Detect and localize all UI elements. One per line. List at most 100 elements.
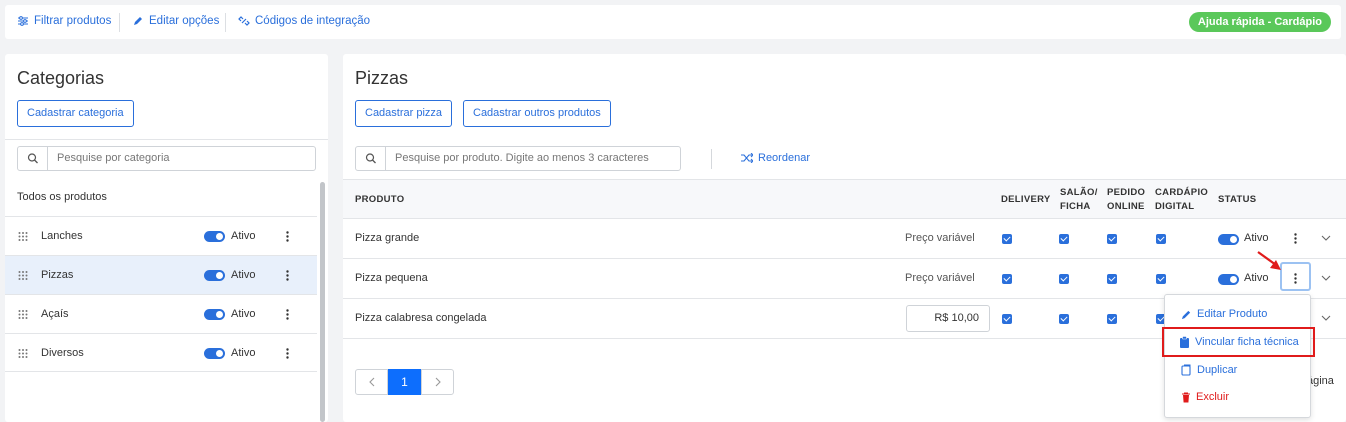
table-row[interactable]: Pizza pequena Preço variável Ativo [343,259,1346,299]
top-toolbar: Filtrar produtos Editar opções Códigos d… [5,5,1341,39]
kebab-menu-icon[interactable] [286,231,289,242]
header-pedido: PEDIDO ONLINE [1107,186,1145,214]
table-row[interactable]: Pizza grande Preço variável Ativo [343,219,1346,259]
link-icon [238,16,250,26]
header-status: STATUS [1218,194,1257,205]
quick-help-button[interactable]: Ajuda rápida - Cardápio [1188,12,1331,32]
status-toggle[interactable] [204,231,225,242]
trash-icon [1182,392,1190,402]
delivery-checkbox[interactable] [1002,234,1012,244]
status-toggle[interactable] [1218,274,1239,285]
status-toggle[interactable] [204,309,225,320]
chevron-down-icon[interactable] [1321,273,1331,283]
pagination-page[interactable]: 1 [388,369,421,395]
chevron-left-icon [368,377,374,387]
add-other-products-button[interactable]: Cadastrar outros produtos [463,100,611,127]
chevron-right-icon [435,377,441,387]
kebab-menu-icon[interactable] [286,348,289,359]
category-row-acais[interactable]: Açaís Ativo [5,294,317,333]
edit-options-button[interactable]: Editar opções [132,15,219,27]
drag-handle-icon[interactable] [18,231,28,241]
header-salao-line2: FICHA [1060,201,1091,212]
products-table-header: PRODUTO DELIVERY SALÃO/FICHA PEDIDO ONLIN… [343,179,1346,219]
salao-checkbox[interactable] [1059,234,1069,244]
product-name: Pizza calabresa congelada [355,312,487,324]
add-pizza-button[interactable]: Cadastrar pizza [355,100,453,127]
kebab-menu-icon[interactable] [286,270,289,281]
status-label: Ativo [231,230,256,242]
digital-checkbox[interactable] [1156,274,1166,284]
status-toggle[interactable] [1218,234,1239,245]
integration-codes-button[interactable]: Códigos de integração [238,15,370,27]
drag-handle-icon[interactable] [18,270,28,280]
category-search-input[interactable]: Pesquise por categoria [17,146,316,171]
categories-panel: Categorias Cadastrar categoria Pesquise … [5,54,328,422]
kebab-menu-icon[interactable] [286,309,289,320]
drag-handle-icon[interactable] [18,309,28,319]
category-row-diversos[interactable]: Diversos Ativo [5,333,317,372]
add-category-button[interactable]: Cadastrar categoria [17,100,134,127]
filter-products-button[interactable]: Filtrar produtos [17,15,111,27]
online-checkbox[interactable] [1107,274,1117,284]
header-cardapio-line2: DIGITAL [1155,201,1195,212]
copy-icon [1181,364,1191,376]
annotation-arrow-icon [1257,251,1281,270]
chevron-down-icon[interactable] [1321,233,1331,243]
salao-checkbox[interactable] [1059,314,1069,324]
category-row-pizzas[interactable]: Pizzas Ativo [5,255,317,294]
status-label: Ativo [231,347,256,359]
price-input[interactable]: R$ 10,00 [906,305,990,332]
product-price: Preço variável [905,272,975,284]
header-salao: SALÃO/FICHA [1060,186,1098,214]
header-cardapio-line1: CARDÁPIO [1155,187,1209,198]
product-price: Preço variável [905,232,975,244]
search-icon [356,147,386,170]
reorder-label: Reordenar [758,152,810,164]
status-label: Ativo [231,308,256,320]
all-products-item[interactable]: Todos os produtos [17,191,107,203]
filter-products-label: Filtrar produtos [34,15,112,27]
edit-options-label: Editar opções [149,15,220,27]
pagination-prev[interactable] [355,369,388,395]
status-toggle[interactable] [204,348,225,359]
category-name: Diversos [41,347,84,359]
menu-item-label: Duplicar [1197,364,1238,376]
online-checkbox[interactable] [1107,234,1117,244]
online-checkbox[interactable] [1107,314,1117,324]
product-context-menu: Editar Produto Vincular ficha técnica Du… [1162,294,1315,418]
product-name: Pizza grande [355,232,420,244]
menu-item-label: Excluir [1196,391,1230,403]
divider [711,149,712,169]
products-title: Pizzas [355,68,409,88]
status-toggle[interactable] [204,270,225,281]
salao-checkbox[interactable] [1059,274,1069,284]
category-row-lanches[interactable]: Lanches Ativo [5,216,317,255]
digital-checkbox[interactable] [1156,234,1166,244]
menu-item-delete[interactable]: Excluir [1165,385,1312,409]
kebab-menu-icon[interactable] [1294,233,1297,244]
header-salao-line1: SALÃO/ [1060,187,1098,198]
header-pedido-line1: PEDIDO [1107,187,1146,198]
category-name: Pizzas [41,269,74,281]
toolbar-divider [119,13,120,32]
header-cardapio: CARDÁPIO DIGITAL [1155,186,1208,214]
menu-item-duplicate[interactable]: Duplicar [1165,358,1312,382]
category-name: Lanches [41,230,83,242]
search-placeholder: Pesquise por produto. Digite ao menos 3 … [395,152,649,164]
drag-handle-icon[interactable] [18,348,28,358]
header-product: PRODUTO [355,194,405,205]
pagination-next[interactable] [421,369,454,395]
chevron-down-icon[interactable] [1321,313,1331,323]
delivery-checkbox[interactable] [1002,274,1012,284]
clipboard-icon [1180,336,1189,348]
categories-scrollbar[interactable] [320,182,325,422]
divider [5,139,328,140]
menu-item-edit-product[interactable]: Editar Produto [1165,302,1312,326]
category-name: Açaís [41,308,69,320]
toolbar-divider [225,13,226,32]
shuffle-icon [741,153,753,163]
reorder-button[interactable]: Reordenar [741,152,810,164]
product-search-input[interactable]: Pesquise por produto. Digite ao menos 3 … [355,146,681,171]
menu-item-link-technical-sheet[interactable]: Vincular ficha técnica [1162,327,1315,357]
delivery-checkbox[interactable] [1002,314,1012,324]
